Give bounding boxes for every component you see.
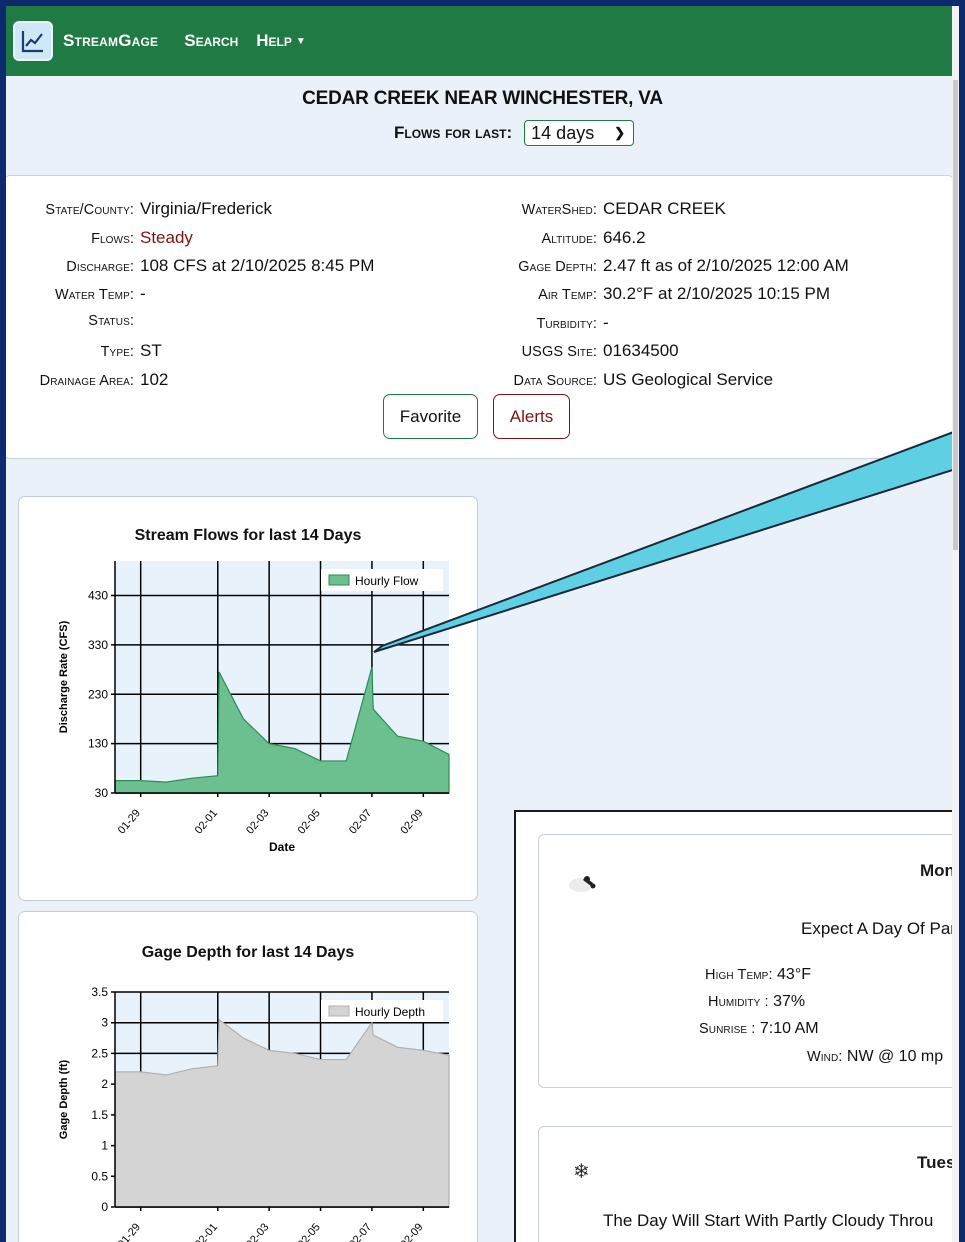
depth-chart: 0 0.5 1 1.5 2 2.5 3 3.5 01-29 02-01 02-03 02-05 02-0… [58,985,450,1242]
info-value: CEDAR CREEK [603,199,726,218]
info-turbidity: Turbidity: - [6,313,609,337]
stat-label: Wind: [807,1049,843,1065]
legend-label: Hourly Depth [355,1005,425,1019]
info-value: 2.47 ft as of 2/10/2025 12:00 AM [603,256,849,275]
info-value: 30.2°F at 2/10/2025 10:15 PM [603,284,831,303]
info-value: 01634500 [603,341,679,360]
x-tick-label: 01-29 [116,807,143,836]
y-axis-label: Gage Depth (ft) [58,1059,70,1139]
info-value: US Geological Service [603,370,774,389]
y-tick-label: 330 [88,638,108,652]
x-tick-label: 02-03 [244,1221,271,1242]
x-tick-label: 02-05 [296,807,323,836]
stat-value: 43°F [777,966,811,983]
info-label: Turbidity: [536,316,597,332]
flow-chart-card: Stream Flows for last 14 Days 30 130 230 33… [18,496,478,901]
x-tick-label: 02-01 [193,807,220,836]
info-label: WaterShed: [521,202,597,218]
info-label: Air Temp: [538,287,597,303]
cloudy-weather-icon [569,876,596,892]
forecast-high-temp: High Temp: 43°F [705,966,811,984]
snowflake-icon: ❄ [573,1161,590,1183]
info-data-source: Data Source: US Geological Service [6,370,774,394]
caret-down-icon: ▼ [295,36,306,47]
stat-value: 7:10 AM [759,1020,819,1037]
alerts-button[interactable]: Alerts [493,394,570,439]
stat-value: NW @ 10 mp [846,1048,944,1065]
chart-logo-icon[interactable] [13,21,53,61]
flows-period-select[interactable]: 14 days ❯ [524,120,635,146]
info-label: Data Source: [513,373,597,389]
vertical-scrollbar[interactable] [952,6,959,1242]
y-tick-label: 3.5 [91,985,108,999]
info-usgs-site: USGS Site: 01634500 [6,341,679,365]
legend-label: Hourly Flow [355,574,419,588]
flows-period-value: 14 days [531,122,595,143]
info-label: Altitude: [541,231,597,247]
y-tick-label: 0.5 [91,1169,108,1183]
x-tick-label: 02-09 [398,1221,425,1242]
scrollbar-thumb[interactable] [953,80,958,550]
info-value: - [603,313,609,332]
x-tick-label: 02-07 [347,1221,374,1242]
forecast-wind: Wind: NW @ 10 mp [807,1048,943,1066]
y-tick-label: 2.5 [91,1046,108,1060]
y-tick-label: 1.5 [91,1108,108,1122]
site-title: CEDAR CREEK NEAR WINCHESTER, VA [302,88,663,109]
y-tick-label: 3 [101,1016,108,1030]
y-tick-label: 130 [88,737,108,751]
y-axis-label: Discharge Rate (CFS) [58,620,70,733]
info-gage-depth: Gage Depth: 2.47 ft as of 2/10/2025 12:00… [6,256,849,280]
stat-label: High Temp: [705,967,773,983]
x-tick-label: 02-09 [398,807,425,836]
favorite-button[interactable]: Favorite [383,394,478,439]
x-tick-label: 02-05 [296,1221,323,1242]
flow-chart: 30 130 230 330 430 01-29 02-01 02-03 02-05 02-07 0… [58,561,450,854]
forecast-card-tuesday: ❄ Tuesd The Day Will Start With Partly C… [538,1126,959,1242]
info-label: USGS Site: [521,344,597,360]
navbar: StreamGage Search Help ▼ [6,6,959,76]
x-tick-label: 02-03 [244,807,271,836]
legend-swatch [328,574,350,586]
y-tick-label: 30 [95,786,109,800]
x-tick-label: 02-01 [193,1221,220,1242]
y-tick-label: 430 [88,589,108,603]
y-tick-label: 2 [101,1077,108,1091]
x-axis-label: Date [269,840,295,854]
info-altitude: Altitude: 646.2 [6,228,646,252]
brand-link[interactable]: StreamGage [63,31,158,51]
browser-viewport: StreamGage Search Help ▼ CEDAR CREEK NEAR… [6,6,959,1242]
forecast-card-monday: Monda Expect A Day Of Par High Temp: 43°… [538,834,959,1088]
nav-search[interactable]: Search [184,31,238,51]
info-label: Gage Depth: [518,259,597,275]
forecast-sunrise: Sunrise : 7:10 AM [699,1020,819,1038]
stat-label: Sunrise : [699,1021,756,1037]
flows-label: Flows for last: [394,123,513,142]
legend-swatch [328,1005,350,1017]
info-air-temp: Air Temp: 30.2°F at 2/10/2025 10:15 PM [6,284,830,308]
forecast-description: The Day Will Start With Partly Cloudy Th… [603,1211,934,1230]
y-tick-label: 0 [101,1200,108,1214]
info-watershed: WaterShed: CEDAR CREEK [6,199,726,223]
forecast-description: Expect A Day Of Par [801,919,956,938]
x-tick-label: 01-29 [116,1221,143,1242]
info-value: 646.2 [603,228,646,247]
x-tick-label: 02-07 [347,807,374,836]
y-tick-label: 1 [101,1139,108,1153]
depth-chart-card: Gage Depth for last 14 Days 0 0.5 1 1.5 2 2.5… [18,911,478,1242]
site-info-panel: State/County: Virginia/Frederick Flows: St… [6,175,954,459]
stat-label: Humidity : [708,994,769,1010]
flows-row: Flows for last: 14 days ❯ [394,120,635,146]
weather-forecast-panel: Monda Expect A Day Of Par High Temp: 43°… [514,810,959,1242]
chevron-down-icon: ❯ [614,125,626,140]
y-tick-label: 230 [88,687,108,701]
nav-help-label: Help [256,31,292,50]
nav-help[interactable]: Help ▼ [256,31,306,51]
forecast-humidity: Humidity : 37% [708,993,805,1011]
stat-value: 37% [773,993,806,1010]
